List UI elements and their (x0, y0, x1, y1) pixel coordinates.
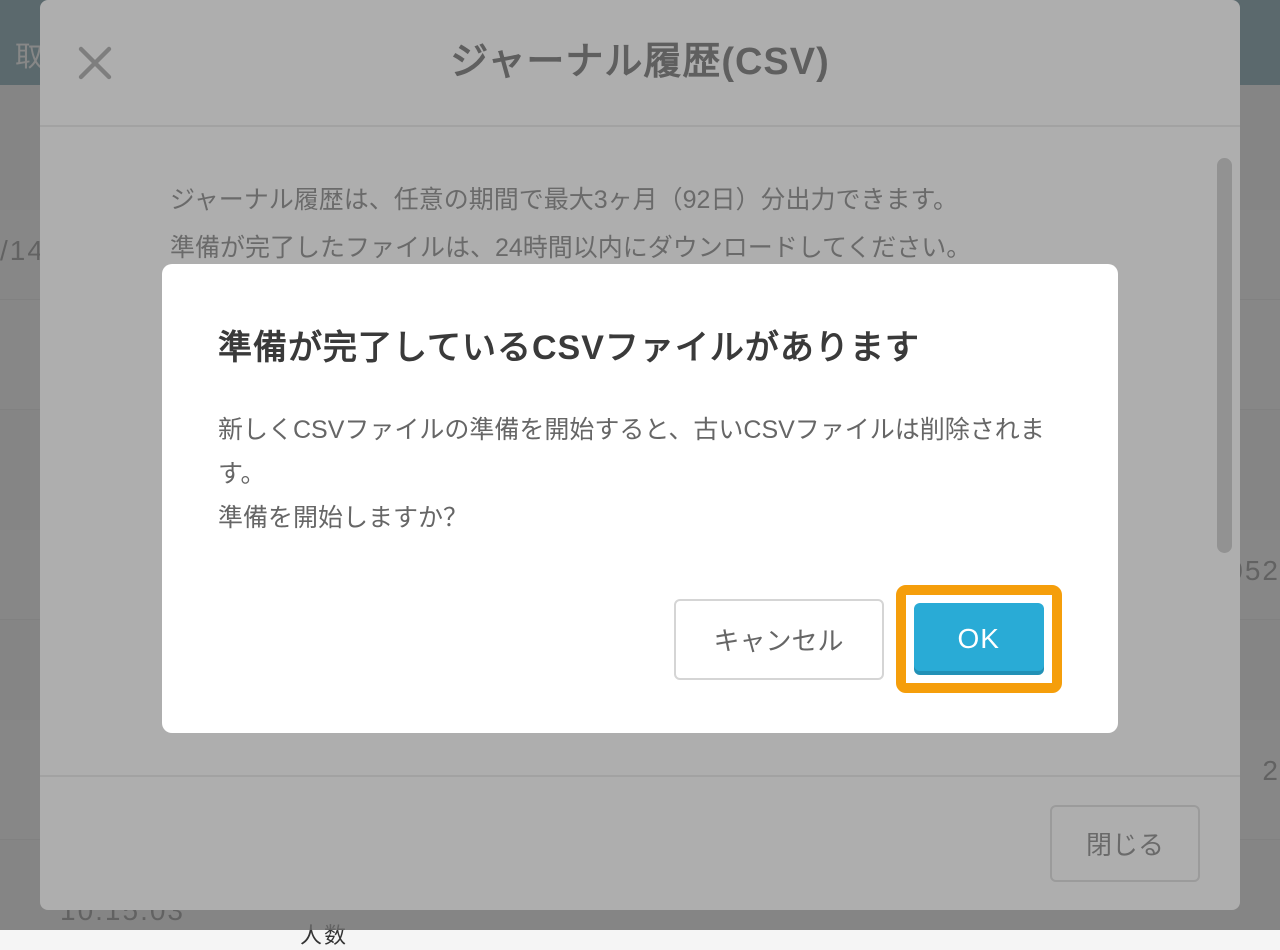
cancel-button[interactable]: キャンセル (674, 599, 884, 680)
confirm-title: 準備が完了しているCSVファイルがあります (218, 320, 1062, 369)
ok-button[interactable]: OK (914, 603, 1044, 675)
first-modal-backdrop: ジャーナル履歴(CSV) ジャーナル履歴は、任意の期間で最大3ヶ月（92日）分出… (0, 0, 1280, 930)
confirm-backdrop: 準備が完了しているCSVファイルがあります 新しくCSVファイルの準備を開始する… (0, 0, 1280, 930)
confirm-actions: キャンセル OK (218, 585, 1062, 693)
confirm-body-line: 準備を開始しますか？ (218, 497, 1062, 541)
confirm-dialog: 準備が完了しているCSVファイルがあります 新しくCSVファイルの準備を開始する… (162, 264, 1118, 733)
confirm-body: 新しくCSVファイルの準備を開始すると、古いCSVファイルは削除されます。 準備… (218, 409, 1062, 540)
ok-highlight-frame: OK (896, 585, 1062, 693)
confirm-body-line: 新しくCSVファイルの準備を開始すると、古いCSVファイルは削除されます。 (218, 409, 1062, 497)
